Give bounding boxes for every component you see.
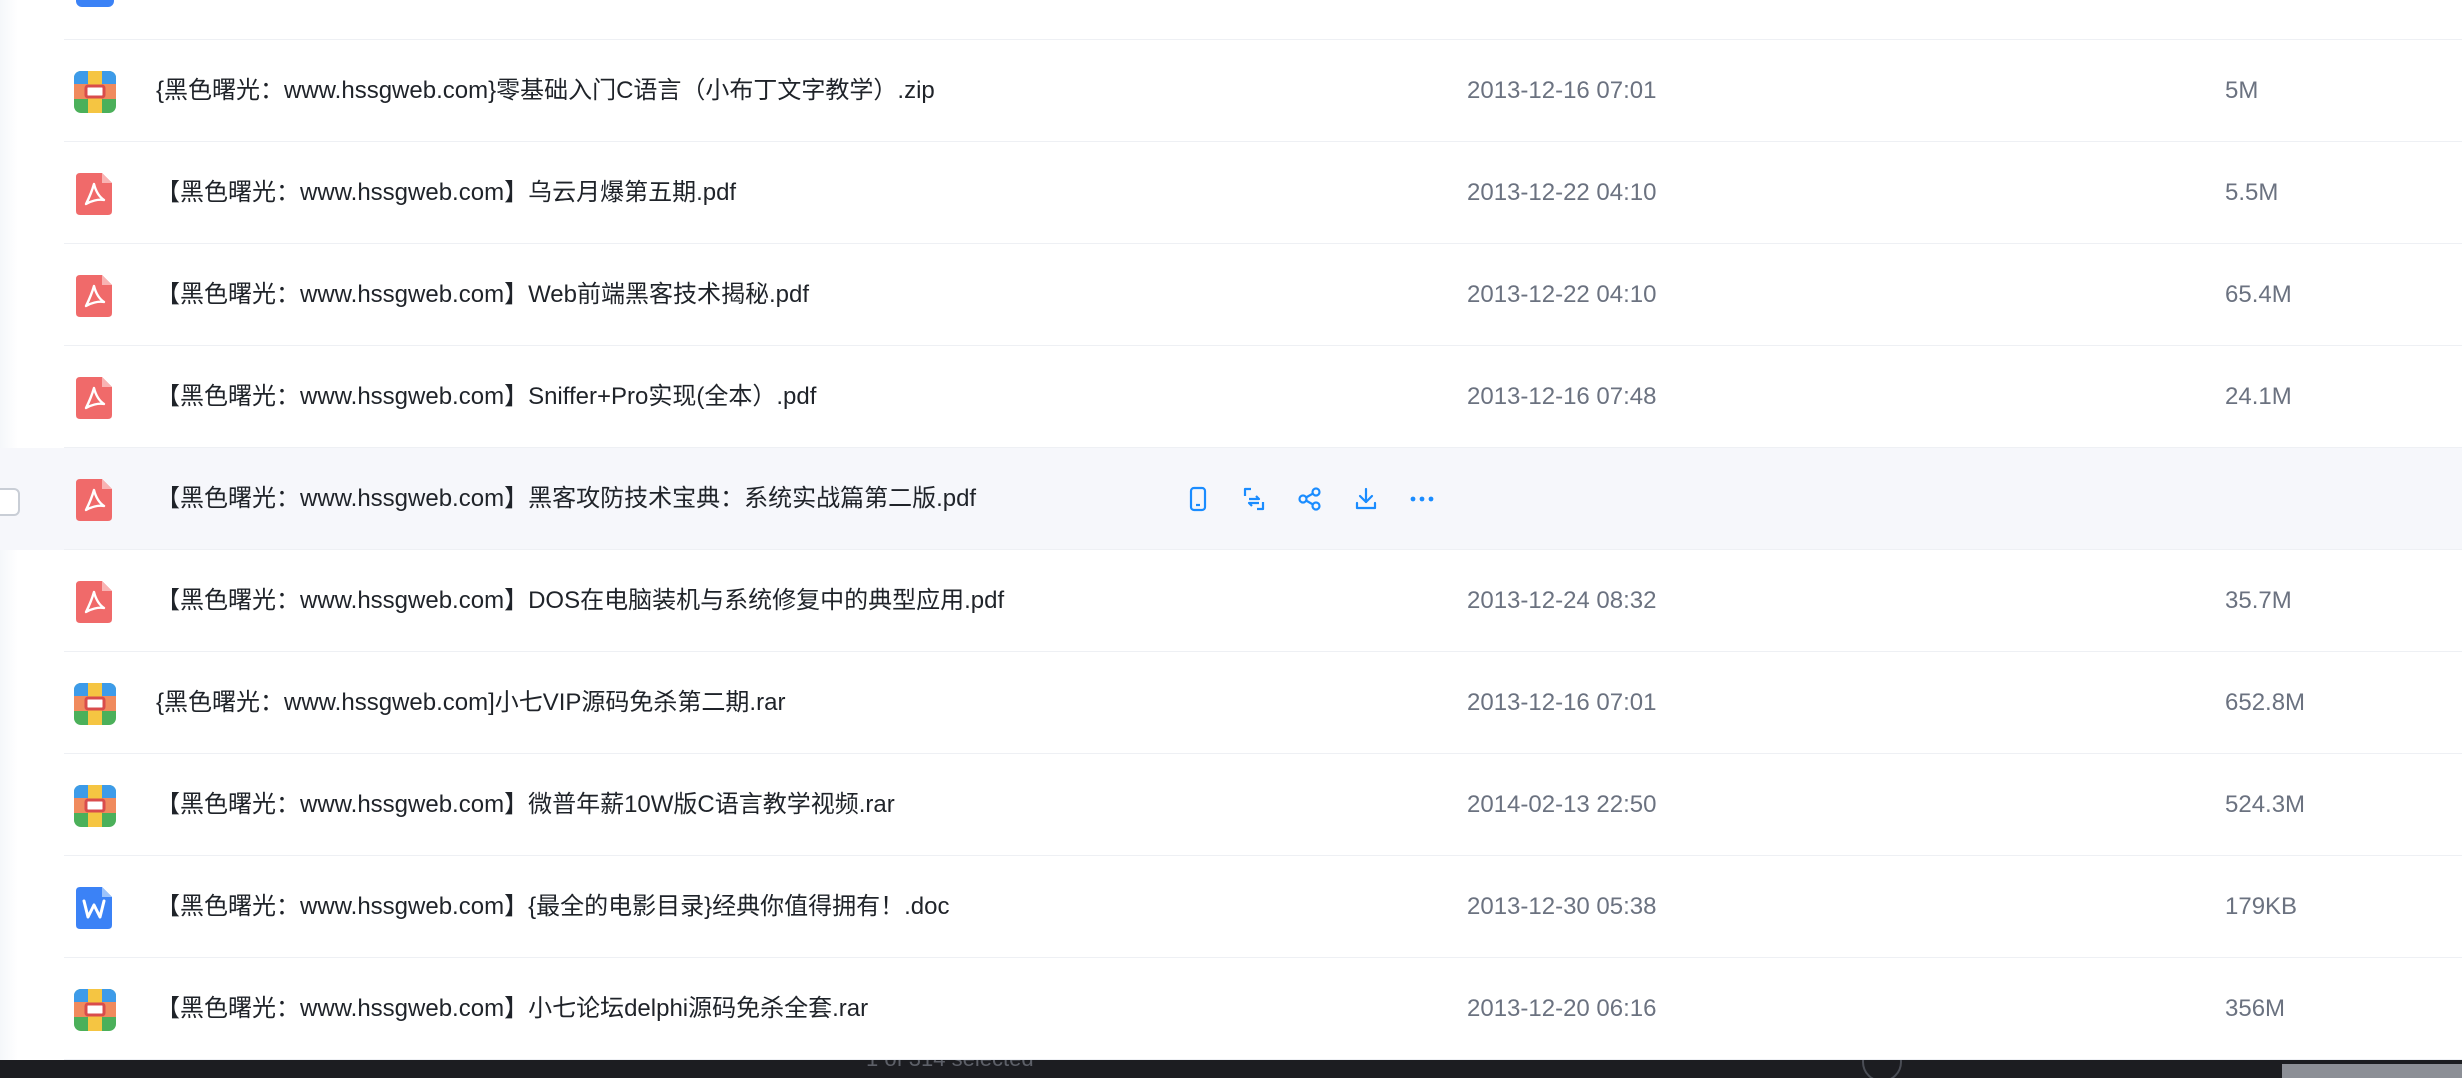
file-date: 2013-12-16 07:01 bbox=[1467, 77, 1657, 104]
send-to-phone-icon[interactable] bbox=[1180, 481, 1216, 517]
file-size: 65.4M bbox=[2225, 281, 2292, 308]
pdf-icon bbox=[74, 581, 116, 623]
convert-icon[interactable] bbox=[1236, 481, 1272, 517]
file-row[interactable]: 【黑色曙光：www.hssgweb.com】DOS在电脑装机与系统修复中的典型应… bbox=[0, 550, 2462, 652]
circle-button-icon[interactable] bbox=[1862, 1060, 1902, 1078]
file-row-hovered[interactable]: 【黑色曙光：www.hssgweb.com】黑客攻防技术宝典：系统实战篇第二版.… bbox=[0, 448, 2462, 550]
file-size: 179KB bbox=[2225, 893, 2298, 920]
file-size: 652.8M bbox=[2225, 689, 2306, 716]
selection-count-text: 1 of 314 selected bbox=[866, 1060, 1034, 1072]
file-size: 35.7M bbox=[2225, 587, 2292, 614]
bottom-bar-button[interactable] bbox=[2282, 1064, 2462, 1078]
more-icon[interactable] bbox=[1404, 481, 1440, 517]
file-date: 2013-12-22 04:10 bbox=[1467, 179, 1657, 206]
file-row[interactable]: 【黑色曙光：www.hssgweb.com】小七论坛delphi源码免杀全套.r… bbox=[0, 958, 2462, 1060]
download-icon[interactable] bbox=[1348, 481, 1384, 517]
file-row[interactable]: 【黑色曙光：www.hssgweb.com】Sniffer+Pro实现(全本）.… bbox=[0, 346, 2462, 448]
file-name[interactable]: 【黑色曙光：www.hssgweb.com】DOS在电脑装机与系统修复中的典型应… bbox=[156, 550, 1004, 652]
row-actions bbox=[1180, 481, 1440, 517]
pdf-icon bbox=[74, 275, 116, 317]
file-row[interactable]: 【黑色曙光：www.hssgweb.com】Web前端黑客技术揭秘.pdf 20… bbox=[0, 244, 2462, 346]
file-row[interactable]: {黑色曙光：www.hssgweb.com}零基础入门C语言（小布丁文字教学）.… bbox=[0, 40, 2462, 142]
file-size: 524.3M bbox=[2225, 791, 2306, 818]
file-name[interactable]: 【黑色曙光：www.hssgweb.com】Web前端黑客技术揭秘.pdf bbox=[156, 244, 809, 346]
archive-icon bbox=[74, 989, 116, 1031]
pdf-icon bbox=[74, 173, 116, 215]
file-row[interactable]: 【黑色曙光：www.hssgweb.com】微普年薪10W版C语言教学视频.ra… bbox=[0, 754, 2462, 856]
file-date: 2013-12-30 05:38 bbox=[1467, 893, 1657, 920]
file-row[interactable] bbox=[0, 0, 2462, 40]
file-size: 5M bbox=[2225, 77, 2259, 104]
file-size: 356M bbox=[2225, 995, 2286, 1022]
file-name[interactable]: 【黑色曙光：www.hssgweb.com】黑客攻防技术宝典：系统实战篇第二版.… bbox=[156, 448, 976, 550]
file-name[interactable]: 【黑色曙光：www.hssgweb.com】乌云月爆第五期.pdf bbox=[156, 142, 736, 244]
file-date: 2013-12-24 08:32 bbox=[1467, 587, 1657, 614]
file-row[interactable]: {黑色曙光：www.hssgweb.com]小七VIP源码免杀第二期.rar 2… bbox=[0, 652, 2462, 754]
archive-icon bbox=[74, 785, 116, 827]
share-icon[interactable] bbox=[1292, 481, 1328, 517]
file-date: 2013-12-16 07:01 bbox=[1467, 689, 1657, 716]
file-size: 24.1M bbox=[2225, 383, 2292, 410]
word-doc-icon bbox=[74, 887, 116, 929]
file-name[interactable]: 【黑色曙光：www.hssgweb.com】Sniffer+Pro实现(全本）.… bbox=[156, 346, 816, 448]
file-name[interactable]: {黑色曙光：www.hssgweb.com]小七VIP源码免杀第二期.rar bbox=[156, 652, 785, 754]
file-date: 2013-12-16 07:48 bbox=[1467, 383, 1657, 410]
archive-icon bbox=[74, 71, 116, 113]
file-date: 2014-02-13 22:50 bbox=[1467, 791, 1657, 818]
row-checkbox[interactable] bbox=[0, 488, 20, 516]
file-row[interactable]: 【黑色曙光：www.hssgweb.com】乌云月爆第五期.pdf 2013-1… bbox=[0, 142, 2462, 244]
file-row[interactable]: 【黑色曙光：www.hssgweb.com】{最全的电影目录}经典你值得拥有！.… bbox=[0, 856, 2462, 958]
file-date: 2013-12-20 06:16 bbox=[1467, 995, 1657, 1022]
file-name[interactable]: 【黑色曙光：www.hssgweb.com】微普年薪10W版C语言教学视频.ra… bbox=[156, 754, 895, 856]
file-size: 5.5M bbox=[2225, 179, 2279, 206]
file-name[interactable]: 【黑色曙光：www.hssgweb.com】小七论坛delphi源码免杀全套.r… bbox=[156, 958, 868, 1060]
archive-icon bbox=[74, 683, 116, 725]
file-list: {黑色曙光：www.hssgweb.com}零基础入门C语言（小布丁文字教学）.… bbox=[0, 0, 2462, 1060]
pdf-icon bbox=[74, 377, 116, 419]
file-date: 2013-12-22 04:10 bbox=[1467, 281, 1657, 308]
file-name[interactable]: {黑色曙光：www.hssgweb.com}零基础入门C语言（小布丁文字教学）.… bbox=[156, 40, 935, 142]
bottom-selection-bar: 1 of 314 selected bbox=[0, 1060, 2462, 1078]
folder-icon bbox=[74, 0, 116, 11]
pdf-icon bbox=[74, 479, 116, 521]
file-name[interactable]: 【黑色曙光：www.hssgweb.com】{最全的电影目录}经典你值得拥有！.… bbox=[156, 856, 949, 958]
